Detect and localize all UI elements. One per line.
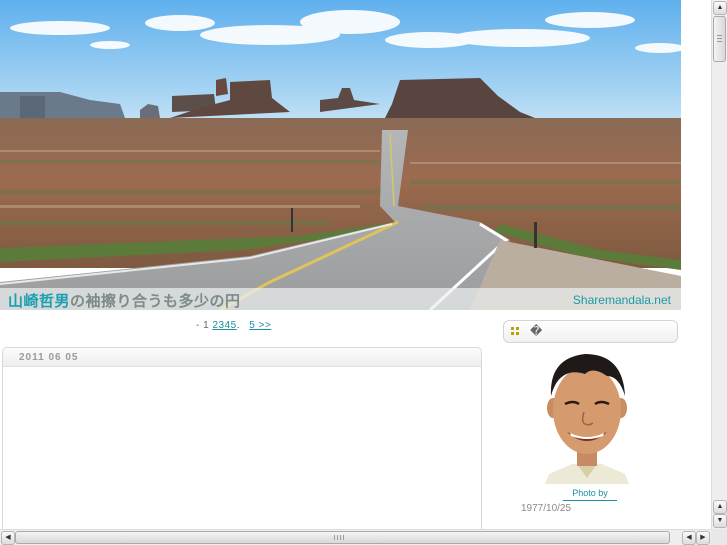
page-next-link[interactable]: 5 >> [249,320,271,331]
horizontal-scrollbar[interactable]: ◀ ◀ ▶ [0,529,711,545]
page-viewport: 山崎哲男の袖擦り合うも多少の円 Sharemandala.net - 1 234… [0,0,711,529]
up-arrow-icon: ▲ [716,4,724,11]
horizontal-scroll-thumb[interactable] [15,531,670,544]
site-title-name: 山崎哲男 [8,293,71,310]
photo-credit-link[interactable]: Photo by [563,488,617,501]
post-date: 2011 06 05 [19,352,79,363]
site-title[interactable]: 山崎哲男の袖擦り合うも多少の円 [8,290,241,310]
pagination-separator: . [236,320,240,331]
pagination: - 1 2345. 5 >> [196,320,271,331]
banner-title-bar: 山崎哲男の袖擦り合うも多少の円 Sharemandala.net [0,288,681,310]
left-arrow-icon: ◀ [5,534,11,541]
scroll-left-button-right[interactable]: ◀ [682,531,696,545]
scrollbar-corner [711,529,727,545]
scroll-up-button[interactable]: ▲ [713,1,727,15]
up-arrow-icon: ▲ [716,503,724,510]
scroll-left-button[interactable]: ◀ [1,531,15,545]
post-header: 2011 06 05 [3,348,481,367]
scroll-down-button[interactable]: ▼ [713,514,727,528]
dotted-square-icon [511,327,519,335]
left-arrow-icon: ◀ [686,534,692,541]
vertical-scroll-thumb[interactable] [713,16,726,62]
profile-photo [537,346,637,484]
right-arrow-icon: ▶ [700,534,706,541]
site-title-tagline: の袖擦り合うも多少の円 [70,293,241,310]
birth-date: 1977/10/25 [521,503,572,514]
sidebar-profile-header: � [503,320,678,343]
site-domain[interactable]: Sharemandala.net [573,293,671,307]
down-arrow-icon: ▼ [716,517,724,524]
sidebar-box-title: � [530,324,543,338]
scroll-right-button[interactable]: ▶ [696,531,710,545]
pagination-current: - 1 [196,320,210,331]
vertical-scrollbar[interactable]: ▲ ▲ ▼ [711,0,727,529]
scroll-up-button-lower[interactable]: ▲ [713,500,727,514]
header-banner: 山崎哲男の袖擦り合うも多少の円 Sharemandala.net [0,0,681,310]
post-entry: 2011 06 05 [2,347,482,529]
banner-landscape-image [0,0,681,310]
